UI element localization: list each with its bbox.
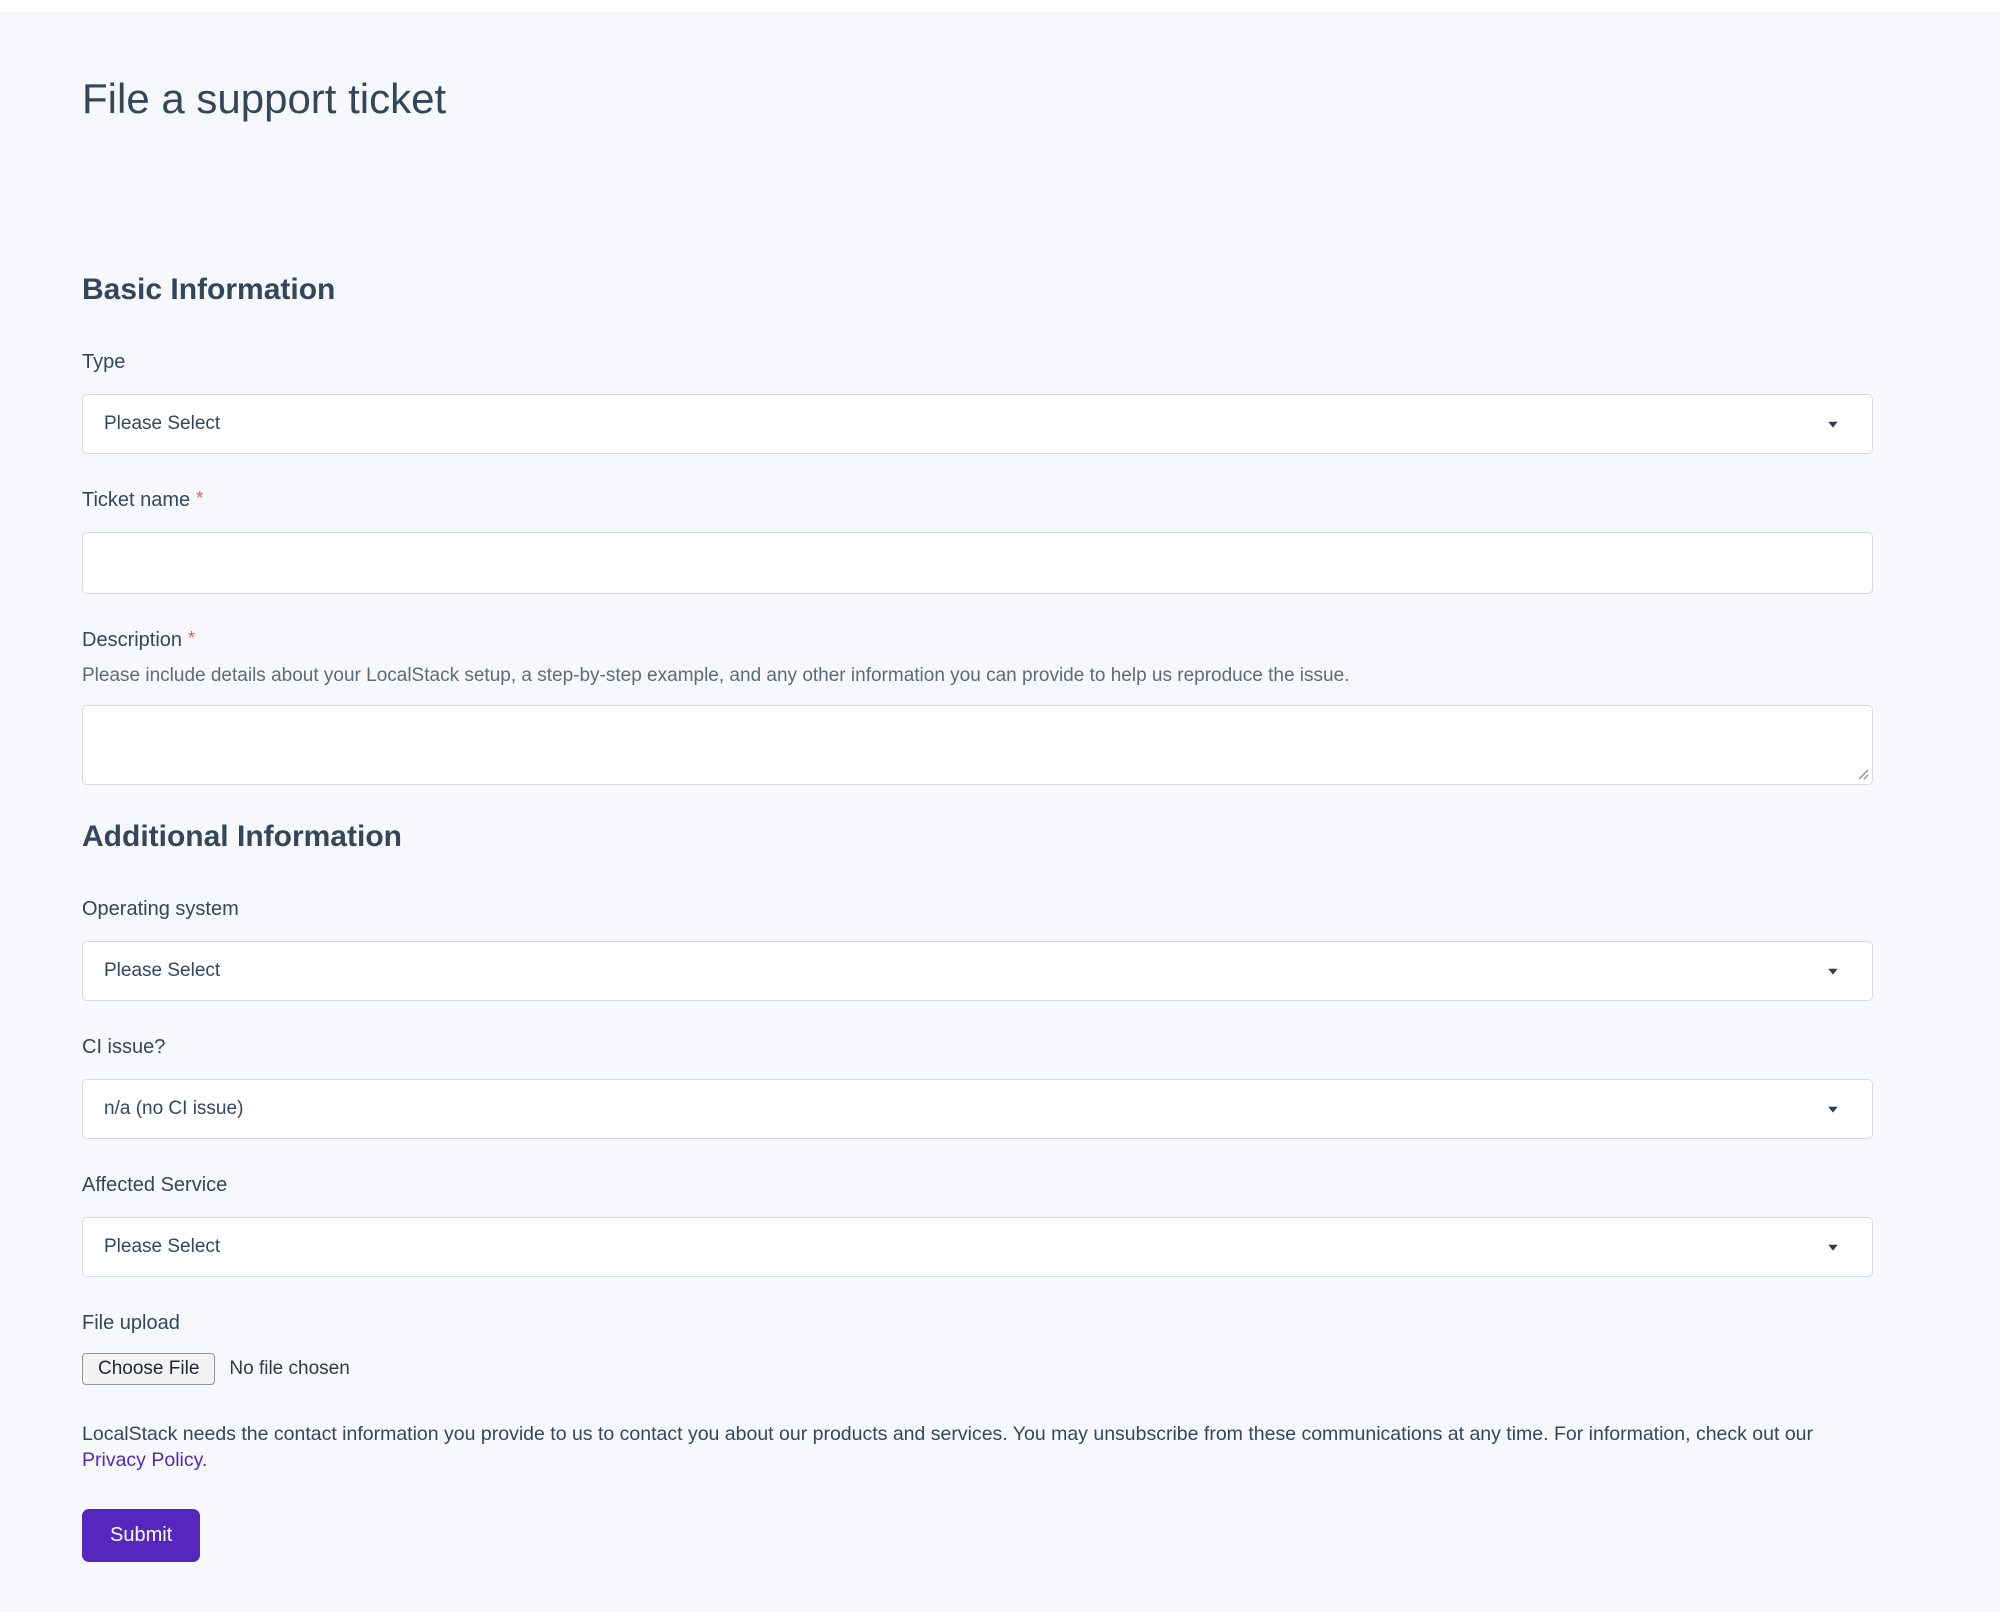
choose-file-button[interactable]: Choose File [82,1353,215,1385]
description-label-text: Description [82,629,182,651]
field-ci-issue: CI issue? n/a (no CI issue) ▼ [82,1035,1873,1139]
operating-system-label-text: Operating system [82,898,239,920]
affected-service-select[interactable]: Please Select ▼ [82,1217,1873,1277]
section-heading-basic: Basic Information [82,272,1873,308]
type-label: Type [82,350,1873,374]
field-operating-system: Operating system Please Select ▼ [82,897,1873,1001]
ci-issue-select-value: n/a (no CI issue) [104,1098,243,1120]
ticket-name-label: Ticket name * [82,488,1873,512]
description-label: Description * [82,628,1873,652]
file-upload-label-text: File upload [82,1312,180,1334]
file-upload-label: File upload [82,1311,1873,1335]
type-select[interactable]: Please Select ▼ [82,394,1873,454]
field-affected-service: Affected Service Please Select ▼ [82,1173,1873,1277]
support-ticket-page: File a support ticket Basic Information … [0,12,2000,1612]
type-select-value: Please Select [104,413,220,435]
section-heading-additional: Additional Information [82,819,1873,855]
page-title: File a support ticket [82,74,1873,124]
required-asterisk: * [188,628,195,648]
file-upload-control: Choose File No file chosen [82,1353,1873,1385]
affected-service-label: Affected Service [82,1173,1873,1197]
submit-button[interactable]: Submit [82,1509,200,1562]
ci-issue-label-text: CI issue? [82,1036,165,1058]
privacy-policy-link[interactable]: Privacy Policy [82,1449,202,1471]
affected-service-label-text: Affected Service [82,1174,227,1196]
ci-issue-select[interactable]: n/a (no CI issue) ▼ [82,1079,1873,1139]
privacy-notice: LocalStack needs the contact information… [82,1421,1873,1474]
operating-system-label: Operating system [82,897,1873,921]
field-description: Description * Please include details abou… [82,628,1873,785]
type-label-text: Type [82,351,125,373]
dropdown-arrow-icon: ▼ [1825,966,1841,976]
description-helper-text: Please include details about your LocalS… [82,664,1873,689]
section-basic-information: Basic Information Type Please Select ▼ T… [82,272,1873,785]
ticket-name-label-text: Ticket name [82,489,190,511]
top-strip [0,0,2000,12]
operating-system-select-value: Please Select [104,960,220,982]
required-asterisk: * [196,488,203,508]
affected-service-select-value: Please Select [104,1236,220,1258]
dropdown-arrow-icon: ▼ [1825,419,1841,429]
field-type: Type Please Select ▼ [82,350,1873,454]
privacy-notice-period: . [202,1449,207,1471]
field-file-upload: File upload Choose File No file chosen [82,1311,1873,1385]
ticket-name-input[interactable] [82,532,1873,594]
section-additional-information: Additional Information Operating system … [82,819,1873,1385]
description-textarea[interactable] [82,705,1873,785]
dropdown-arrow-icon: ▼ [1825,1242,1841,1252]
operating-system-select[interactable]: Please Select ▼ [82,941,1873,1001]
ci-issue-label: CI issue? [82,1035,1873,1059]
privacy-notice-text: LocalStack needs the contact information… [82,1423,1813,1445]
dropdown-arrow-icon: ▼ [1825,1104,1841,1114]
field-ticket-name: Ticket name * [82,488,1873,594]
file-upload-status: No file chosen [229,1358,349,1380]
description-textarea-wrap [82,705,1873,785]
